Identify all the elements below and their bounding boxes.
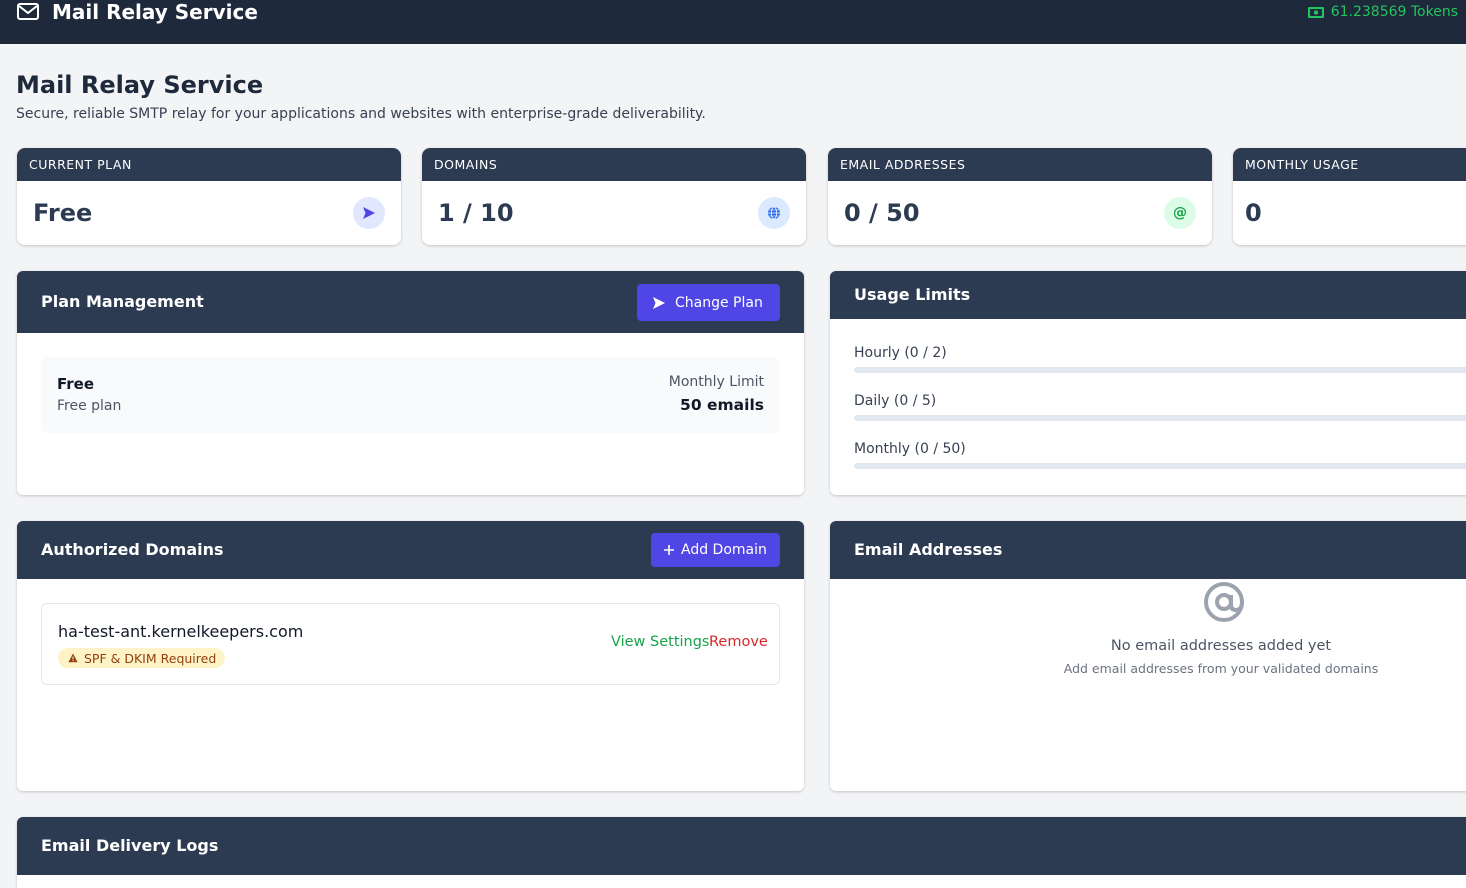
stat-value: Free — [33, 199, 93, 227]
send-icon — [353, 197, 385, 229]
panel-title: Usage Limits — [854, 285, 971, 304]
email-addresses-panel: Email Addresses No email addresses added… — [830, 521, 1466, 791]
at-icon: @ — [1164, 197, 1196, 229]
panel-title: Email Delivery Logs — [41, 836, 219, 855]
authorized-domains-panel: Authorized Domains Add Domain ha-test-an… — [17, 521, 804, 791]
envelope-icon — [17, 3, 39, 20]
stat-label: DOMAINS — [422, 148, 806, 181]
page-subtitle: Secure, reliable SMTP relay for your app… — [16, 106, 706, 122]
at-icon — [1204, 582, 1244, 622]
money-icon — [1307, 7, 1324, 18]
usage-label: Daily (0 / 5) — [854, 393, 937, 409]
warning-icon — [68, 653, 78, 663]
plan-description: Free plan — [57, 398, 122, 414]
top-bar: Mail Relay Service 61.238569 Tokens — [0, 0, 1466, 44]
stat-value: 1 / 10 — [438, 199, 514, 227]
usage-progress-bar — [854, 367, 1466, 373]
token-balance-text: 61.238569 Tokens — [1330, 4, 1458, 20]
stat-card-monthly-usage: MONTHLY USAGE 0 — [1233, 148, 1466, 245]
change-plan-label: Change Plan — [675, 294, 763, 311]
usage-label: Hourly (0 / 2) — [854, 345, 947, 361]
usage-progress-bar — [854, 463, 1466, 469]
panel-header: Usage Limits — [830, 271, 1466, 319]
page-title: Mail Relay Service — [16, 71, 264, 99]
send-icon — [653, 296, 665, 309]
stat-label: EMAIL ADDRESSES — [828, 148, 1212, 181]
stat-label: CURRENT PLAN — [17, 148, 401, 181]
stat-value: 0 — [1245, 199, 1262, 227]
panel-header: Email Delivery Logs — [17, 817, 1466, 875]
panel-title: Plan Management — [41, 292, 204, 311]
panel-header: Email Addresses — [830, 521, 1466, 579]
empty-state-subtitle: Add email addresses from your validated … — [1063, 661, 1379, 676]
usage-progress-bar — [854, 415, 1466, 421]
domain-name: ha-test-ant.kernelkeepers.com — [58, 622, 304, 641]
domain-item: ha-test-ant.kernelkeepers.com SPF & DKIM… — [41, 603, 780, 685]
usage-row-monthly: Monthly (0 / 50) — [854, 439, 1466, 469]
monthly-limit-value: 50 emails — [680, 396, 764, 414]
spf-dkim-warning-badge: SPF & DKIM Required — [58, 648, 226, 668]
stat-card-email-addresses: EMAIL ADDRESSES 0 / 50 @ — [828, 148, 1212, 245]
plan-management-panel: Plan Management Change Plan Free Free pl… — [17, 271, 804, 495]
current-plan-summary: Free Free plan Monthly Limit 50 emails — [41, 357, 780, 433]
stat-value: 0 / 50 — [844, 199, 920, 227]
app-title: Mail Relay Service — [52, 0, 258, 24]
view-settings-link[interactable]: View Settings — [611, 634, 710, 650]
token-balance[interactable]: 61.238569 Tokens — [1307, 2, 1458, 22]
usage-row-hourly: Hourly (0 / 2) — [854, 343, 1466, 373]
panel-title: Authorized Domains — [41, 540, 224, 559]
empty-state-title: No email addresses added yet — [1110, 638, 1332, 654]
globe-icon — [758, 197, 790, 229]
stat-card-current-plan: CURRENT PLAN Free — [17, 148, 401, 245]
change-plan-button[interactable]: Change Plan — [637, 284, 780, 321]
usage-limits-panel: Usage Limits Hourly (0 / 2) Daily (0 / 5… — [830, 271, 1466, 495]
panel-header: Authorized Domains Add Domain — [17, 521, 804, 579]
warning-text: SPF & DKIM Required — [84, 650, 217, 666]
usage-row-daily: Daily (0 / 5) — [854, 391, 1466, 421]
stat-card-domains: DOMAINS 1 / 10 — [422, 148, 806, 245]
email-delivery-logs-panel: Email Delivery Logs — [17, 817, 1466, 888]
usage-label: Monthly (0 / 50) — [854, 441, 966, 457]
stat-label: MONTHLY USAGE — [1233, 148, 1466, 181]
remove-domain-link[interactable]: Remove — [709, 634, 768, 650]
plus-icon — [664, 545, 674, 555]
panel-header: Plan Management Change Plan — [17, 271, 804, 333]
panel-title: Email Addresses — [854, 540, 1003, 559]
plan-name: Free — [57, 375, 95, 393]
add-domain-button[interactable]: Add Domain — [651, 533, 780, 567]
add-domain-label: Add Domain — [681, 542, 767, 558]
monthly-limit-label: Monthly Limit — [668, 374, 764, 390]
